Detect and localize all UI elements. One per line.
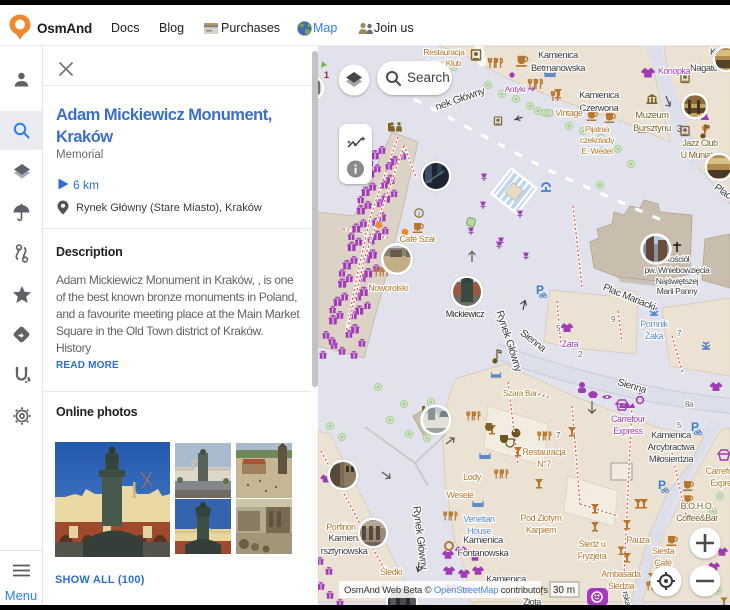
svg-text:Karpiem: Karpiem [526,525,556,535]
svg-text:Noworolski: Noworolski [368,283,408,293]
svg-text:Betmanowska: Betmanowska [531,63,586,73]
svg-text:Expre: Expre [710,478,730,488]
svg-text:Kamienica: Kamienica [538,50,579,60]
svg-text:Pomnik: Pomnik [640,319,668,329]
svg-text:1: 1 [324,70,329,80]
svg-text:Pod Złotym: Pod Złotym [521,513,562,523]
svg-text:Venetian: Venetian [463,514,495,524]
svg-text:30 m: 30 m [553,585,575,596]
svg-text:i: i [418,210,420,218]
svg-text:Coffee&Bar: Coffee&Bar [676,513,718,523]
svg-text:Pauza: Pauza [626,535,650,545]
svg-text:Jazz Club: Jazz Club [682,138,718,148]
svg-text:Siesta: Siesta [652,546,675,556]
svg-text:Carrefour: Carrefour [611,414,645,424]
svg-text:Najświętszej: Najświętszej [656,276,699,286]
svg-text:Kamienica: Kamienica [579,90,620,100]
svg-text:B.O.H.O.: B.O.H.O. [681,501,714,511]
svg-text:Restauracja: Restauracja [523,447,566,457]
svg-text:Search: Search [407,70,450,85]
svg-text:Carrefo: Carrefo [706,466,730,476]
svg-text:Wesele: Wesele [446,490,473,500]
svg-text:Muzeum: Muzeum [635,110,669,120]
svg-text:Express: Express [613,426,643,436]
svg-text:Lody: Lody [463,472,482,482]
svg-text:Kamienica: Kamienica [463,535,504,545]
svg-text:pw. Wniebowzięcia: pw. Wniebowzięcia [644,265,710,275]
svg-text:Śledki: Śledki [380,566,402,577]
svg-text:3: 3 [677,124,683,135]
svg-text:Złota: Złota [523,597,541,605]
svg-text:Arcybractwa: Arcybractwa [648,442,696,452]
svg-text:Marii Panny: Marii Panny [657,286,699,296]
svg-text:Czerwona: Czerwona [580,103,620,113]
svg-text:rsztynowska: rsztynowska [321,546,369,556]
svg-text:8a: 8a [685,400,694,409]
svg-text:E. Wedel: E. Wedel [581,146,613,156]
svg-text:Zara: Zara [562,339,579,349]
svg-text:Żaka: Żaka [645,331,664,341]
svg-text:Porfirion: Porfirion [326,522,356,532]
svg-text:Mickiewicz: Mickiewicz [446,309,484,319]
svg-text:Fryzjera: Fryzjera [578,551,607,561]
svg-text:Szara Bar: Szara Bar [503,388,538,398]
svg-text:OsmAnd Web Beta © OpenStreetMa: OsmAnd Web Beta © OpenStreetMap contribu… [344,585,548,596]
svg-text:Ambasada: Ambasada [601,569,641,579]
svg-text:Śledź u: Śledź u [579,538,606,549]
svg-text:Restauracja: Restauracja [424,47,466,57]
svg-text:Konopka: Konopka [658,66,691,76]
svg-text:czekolady: czekolady [580,135,615,145]
svg-text:Vintage: Vintage [555,108,583,118]
svg-text:Fontanowska: Fontanowska [458,548,510,558]
svg-text:N°7: N°7 [537,459,551,469]
svg-text:Miłosierdzia: Miłosierdzia [649,454,695,464]
svg-text:Café Szał: Café Szał [400,234,435,244]
svg-text:Bursztynu: Bursztynu [633,123,671,133]
svg-text:Pijalnia: Pijalnia [585,124,610,134]
svg-text:Antyki: Antyki [505,84,526,94]
svg-text:Kamienica: Kamienica [651,430,692,440]
